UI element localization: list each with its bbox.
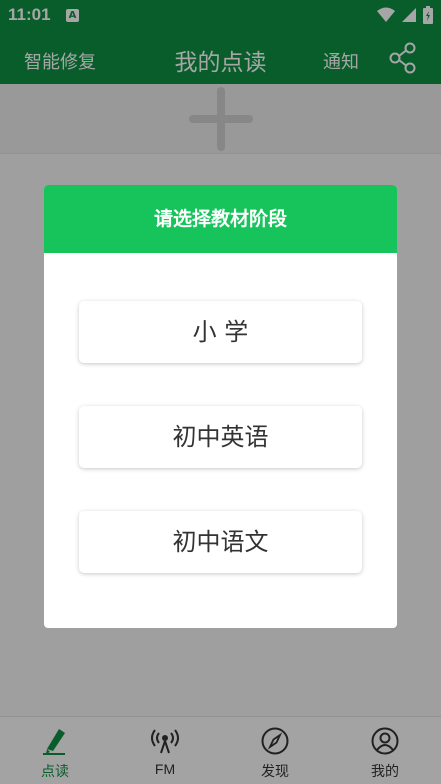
option-junior-english[interactable]: 初中英语 [79,406,362,468]
option-primary-school[interactable]: 小 学 [79,301,362,363]
dialog-title: 请选择教材阶段 [44,185,397,253]
option-junior-chinese[interactable]: 初中语文 [79,511,362,573]
textbook-stage-dialog: 请选择教材阶段 小 学 初中英语 初中语文 [44,185,397,628]
app-screen: 11:01 A 智能修复 我的点读 通知 点读 FM 发现 我的 请选择教材阶段… [0,0,441,784]
